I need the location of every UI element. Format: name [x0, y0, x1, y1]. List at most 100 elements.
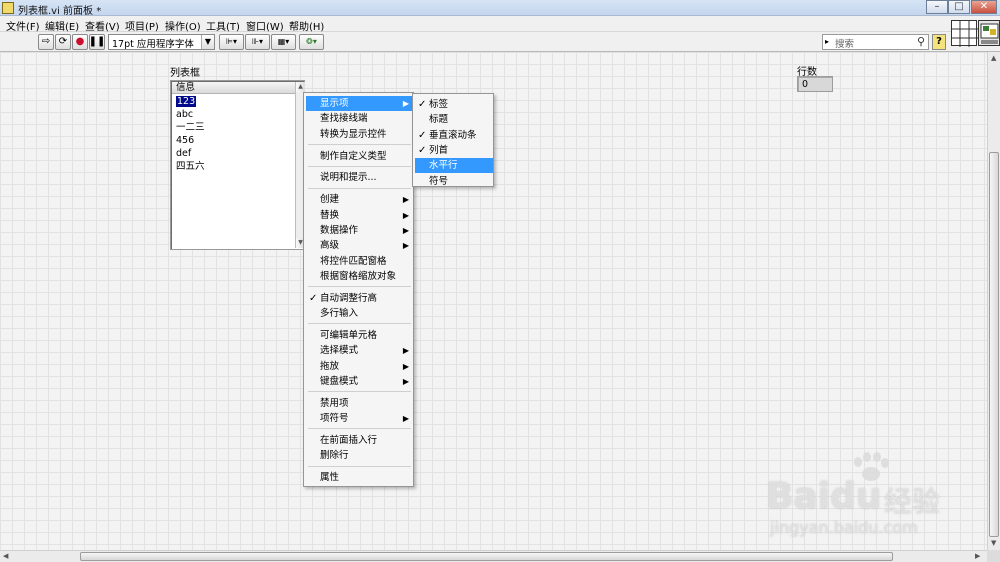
search-input[interactable]: ▸ 搜索 ⚲ — [822, 34, 929, 50]
context-help-button[interactable]: ? — [932, 34, 946, 50]
submenu-item-label: 符号 — [429, 175, 449, 187]
scroll-up-icon[interactable]: ▲ — [296, 82, 305, 92]
context-menu-item-label: 制作自定义类型 — [320, 150, 387, 162]
horizontal-scrollbar[interactable]: ◀ ▶ — [0, 550, 987, 562]
checkmark-icon: ✓ — [418, 129, 427, 141]
context-menu-item-label: 根据窗格缩放对象 — [320, 270, 397, 282]
distribute-objects-button[interactable]: ⊪▾ — [245, 34, 270, 50]
listbox-control[interactable]: 信息 123 abc 一二三 456 def 四五六 ▲ ▼ — [170, 80, 305, 250]
context-menu-item-label: 查找接线端 — [320, 113, 368, 125]
context-menu-item[interactable]: 替换 ▶ — [306, 208, 413, 223]
connector-pane[interactable] — [951, 20, 978, 47]
context-menu-item[interactable]: 转换为显示控件 — [306, 127, 413, 142]
pause-icon: ❚❚ — [88, 36, 106, 47]
minimize-button[interactable]: – — [926, 0, 948, 14]
vertical-scroll-thumb[interactable] — [989, 152, 999, 537]
connector-pane-icon — [952, 21, 978, 47]
context-menu-item[interactable]: 创建 ▶ — [306, 192, 413, 207]
context-menu-item[interactable]: 可编辑单元格 — [306, 328, 413, 343]
list-item[interactable]: 456 — [173, 134, 293, 147]
context-menu-item-label: 属性 — [320, 472, 340, 484]
submenu-item[interactable]: 标题 — [415, 112, 493, 127]
abort-button[interactable]: ● — [72, 34, 88, 50]
context-menu-item[interactable]: ✓ 自动调整行高 — [306, 291, 413, 306]
scroll-up-icon[interactable]: ▲ — [991, 54, 996, 62]
context-menu-item[interactable]: 查找接线端 — [306, 111, 413, 126]
list-item[interactable]: def — [173, 147, 293, 160]
context-menu-item[interactable]: 项符号 ▶ — [306, 411, 413, 426]
checkmark-icon: ✓ — [309, 292, 318, 304]
context-menu-item[interactable]: 根据窗格缩放对象 — [306, 269, 413, 284]
listbox-label: 列表框 — [170, 68, 200, 79]
maximize-button[interactable]: □ — [948, 0, 970, 14]
submenu-item[interactable]: 水平行 — [415, 158, 493, 174]
submenu-item-label: 列首 — [429, 144, 449, 156]
context-menu-item[interactable]: 删除行 — [306, 448, 413, 463]
context-menu-item[interactable]: 禁用项 — [306, 396, 413, 411]
submenu-item[interactable]: ✓ 列首 — [415, 143, 493, 158]
search-icon[interactable]: ⚲ — [917, 35, 925, 48]
checkmark-icon: ✓ — [418, 144, 427, 156]
listbox-items: 123 abc 一二三 456 def 四五六 — [173, 95, 293, 173]
submenu-arrow-icon: ▶ — [402, 241, 409, 251]
context-menu-item[interactable]: 显示项 ▶ — [306, 96, 413, 111]
align-objects-icon: ⊫▾ — [226, 37, 237, 46]
visible-items-submenu: ✓ 标签 标题 ✓ 垂直滚动条 ✓ 列首 水平行 符号 — [412, 93, 494, 187]
context-menu-item-label: 替换 — [320, 209, 340, 221]
menu-separator — [308, 165, 411, 167]
list-item[interactable]: 一二三 — [173, 121, 293, 134]
menu-bar: 文件(F) 编辑(E) 查看(V) 项目(P) 操作(O) 工具(T) 窗口(W… — [0, 16, 1000, 33]
context-menu-item[interactable]: 说明和提示... — [306, 170, 413, 185]
run-button[interactable]: ⇨ — [38, 34, 54, 50]
context-menu-item[interactable]: 拖放 ▶ — [306, 359, 413, 374]
resize-objects-button[interactable]: ▦▾ — [271, 34, 296, 50]
menu-separator — [308, 391, 411, 393]
submenu-item[interactable]: ✓ 垂直滚动条 — [415, 128, 493, 143]
context-menu-item[interactable]: 键盘模式 ▶ — [306, 374, 413, 389]
context-menu-item[interactable]: 制作自定义类型 — [306, 149, 413, 164]
chevron-down-icon: ▼ — [201, 35, 214, 49]
context-menu-item-label: 项符号 — [320, 413, 349, 424]
context-menu-item[interactable]: 在前面插入行 — [306, 433, 413, 448]
reorder-icon: ❂▾ — [306, 37, 317, 46]
menu-separator — [308, 465, 411, 467]
vi-graphic-icon — [980, 23, 999, 44]
resize-objects-icon: ▦▾ — [277, 37, 290, 46]
menu-separator — [308, 143, 411, 145]
pause-button[interactable]: ❚❚ — [89, 34, 105, 50]
run-continuously-button[interactable]: ⟳ — [55, 34, 71, 50]
window-title: 列表框.vi 前面板 * — [18, 6, 102, 17]
context-menu-item-label: 显示项 — [320, 98, 349, 109]
context-menu-item[interactable]: 高级 ▶ — [306, 238, 413, 253]
submenu-item-label: 标签 — [429, 99, 449, 110]
horizontal-scroll-thumb[interactable] — [80, 552, 893, 561]
context-menu-item[interactable]: 数据操作 ▶ — [306, 223, 413, 238]
submenu-item[interactable]: ✓ 标签 — [415, 97, 493, 112]
context-menu-item[interactable]: 将控件匹配窗格 — [306, 254, 413, 269]
font-dropdown[interactable]: 17pt 应用程序字体 ▼ — [108, 34, 215, 50]
submenu-item[interactable]: 符号 — [415, 174, 493, 189]
context-menu-item-label: 数据操作 — [320, 224, 359, 236]
context-menu-item-label: 拖放 — [320, 360, 340, 372]
scroll-down-icon[interactable]: ▼ — [991, 539, 996, 547]
vi-icon[interactable] — [978, 20, 1000, 46]
context-menu-item[interactable]: 属性 — [306, 470, 413, 485]
list-item[interactable]: 四五六 — [173, 160, 293, 173]
context-menu-item-label: 转换为显示控件 — [320, 128, 387, 140]
context-menu-item[interactable]: 选择模式 ▶ — [306, 343, 413, 358]
list-item[interactable]: abc — [173, 108, 293, 121]
scroll-right-icon[interactable]: ▶ — [975, 552, 980, 560]
context-menu-item[interactable]: 多行输入 — [306, 306, 413, 321]
context-menu-item-label: 在前面插入行 — [320, 434, 378, 446]
context-menu-item-label: 可编辑单元格 — [320, 329, 378, 341]
submenu-item-label: 水平行 — [429, 160, 458, 172]
submenu-arrow-icon: ▶ — [402, 195, 409, 205]
submenu-arrow-icon: ▶ — [402, 414, 409, 423]
vertical-scrollbar[interactable]: ▲ ▼ — [987, 52, 1000, 550]
close-button[interactable]: ✕ — [971, 0, 997, 14]
scroll-left-icon[interactable]: ◀ — [3, 552, 8, 560]
rows-indicator: 0 — [797, 76, 833, 92]
reorder-button[interactable]: ❂▾ — [299, 34, 324, 50]
align-objects-button[interactable]: ⊫▾ — [219, 34, 244, 50]
list-item[interactable]: 123 — [173, 95, 293, 108]
